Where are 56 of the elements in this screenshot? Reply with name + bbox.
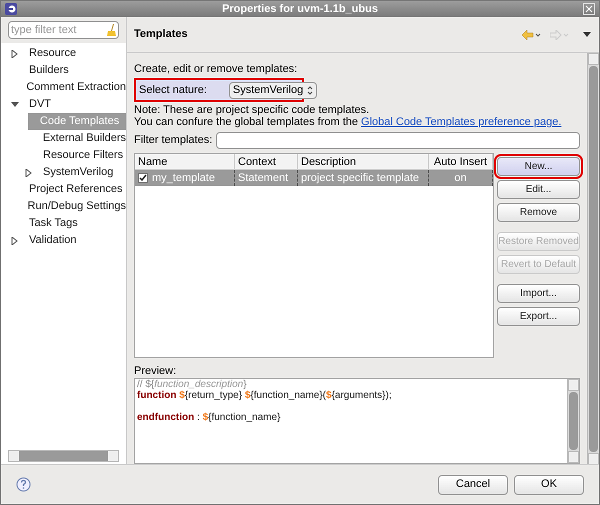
tree-item[interactable]: Task Tags [29,215,78,232]
action-button[interactable]: Export... [497,307,580,326]
preference-link[interactable]: Global Code Templates preference page. [361,116,562,128]
filter-label: Filter templates: [134,133,212,148]
nature-dropdown[interactable]: SystemVerilog [228,82,318,98]
column-header[interactable]: Context [235,154,298,169]
action-button[interactable]: Remove [497,203,580,222]
code-line: endfunction : ${function_name} [137,411,280,423]
dialog-button[interactable]: OK [514,474,584,494]
tree-item[interactable]: Comment Extraction [26,79,126,96]
spinner-arrows-icon [307,86,314,94]
broom-icon[interactable] [107,24,116,36]
expanded-arrow-icon[interactable] [11,100,19,108]
action-button[interactable]: New... [497,157,580,176]
page-title: Templates [134,27,189,42]
filter-field[interactable]: type filter text [8,21,119,39]
collapsed-arrow-icon[interactable] [11,236,19,244]
code-line: // ${function_description} [137,379,247,390]
window-title: Properties for uvm-1.1b_ubus [221,2,379,17]
tree-item[interactable]: Builders [29,62,69,79]
dialog-button[interactable]: Cancel [438,474,508,494]
scrollbar[interactable] [567,379,579,463]
tree-item[interactable]: Project References [29,181,123,198]
code-line: function ${return_type} ${function_name}(${arguments}); [137,390,392,401]
tree-item[interactable]: DVT [29,96,51,113]
tree-item[interactable]: Resource Filters [43,147,124,164]
tree-item[interactable]: SystemVerilog [43,164,114,181]
table-cell-text: my_template [152,171,215,186]
back-arrow-icon[interactable] [522,30,542,40]
action-button[interactable]: Import... [497,284,580,303]
scrollbar[interactable] [8,450,119,462]
checkbox[interactable] [138,173,148,183]
table-cell: project specific template [301,172,419,184]
action-button[interactable]: Edit... [497,180,580,199]
column-header[interactable]: Description [298,154,429,169]
tree-item[interactable]: Validation [29,232,76,249]
close-icon[interactable] [583,3,595,15]
column-header[interactable]: Name [135,154,235,169]
intro-text: Create, edit or remove templates: [134,62,298,76]
tree-item[interactable]: Resource [29,45,76,62]
table-cell: on [454,172,467,184]
app-icon [5,3,17,15]
tree-item[interactable]: External Builders [42,130,126,147]
collapsed-arrow-icon[interactable] [25,168,33,176]
tree-item[interactable]: Run/Debug Settings [28,198,126,215]
column-header[interactable]: Auto Insert [429,154,493,169]
nature-label: Select nature: [139,82,207,98]
collapsed-arrow-icon[interactable] [11,50,19,58]
note-text: You can confure the global templates from the [134,116,358,128]
preview-label: Preview: [134,364,178,378]
filter-templates-field[interactable] [216,132,580,149]
table-cell: Statement [238,172,288,184]
scrollbar[interactable] [587,53,599,465]
note-text: Note: These are project specific code templates. [134,104,370,116]
help-icon[interactable] [16,477,31,492]
menu-arrow-icon[interactable] [582,32,592,38]
